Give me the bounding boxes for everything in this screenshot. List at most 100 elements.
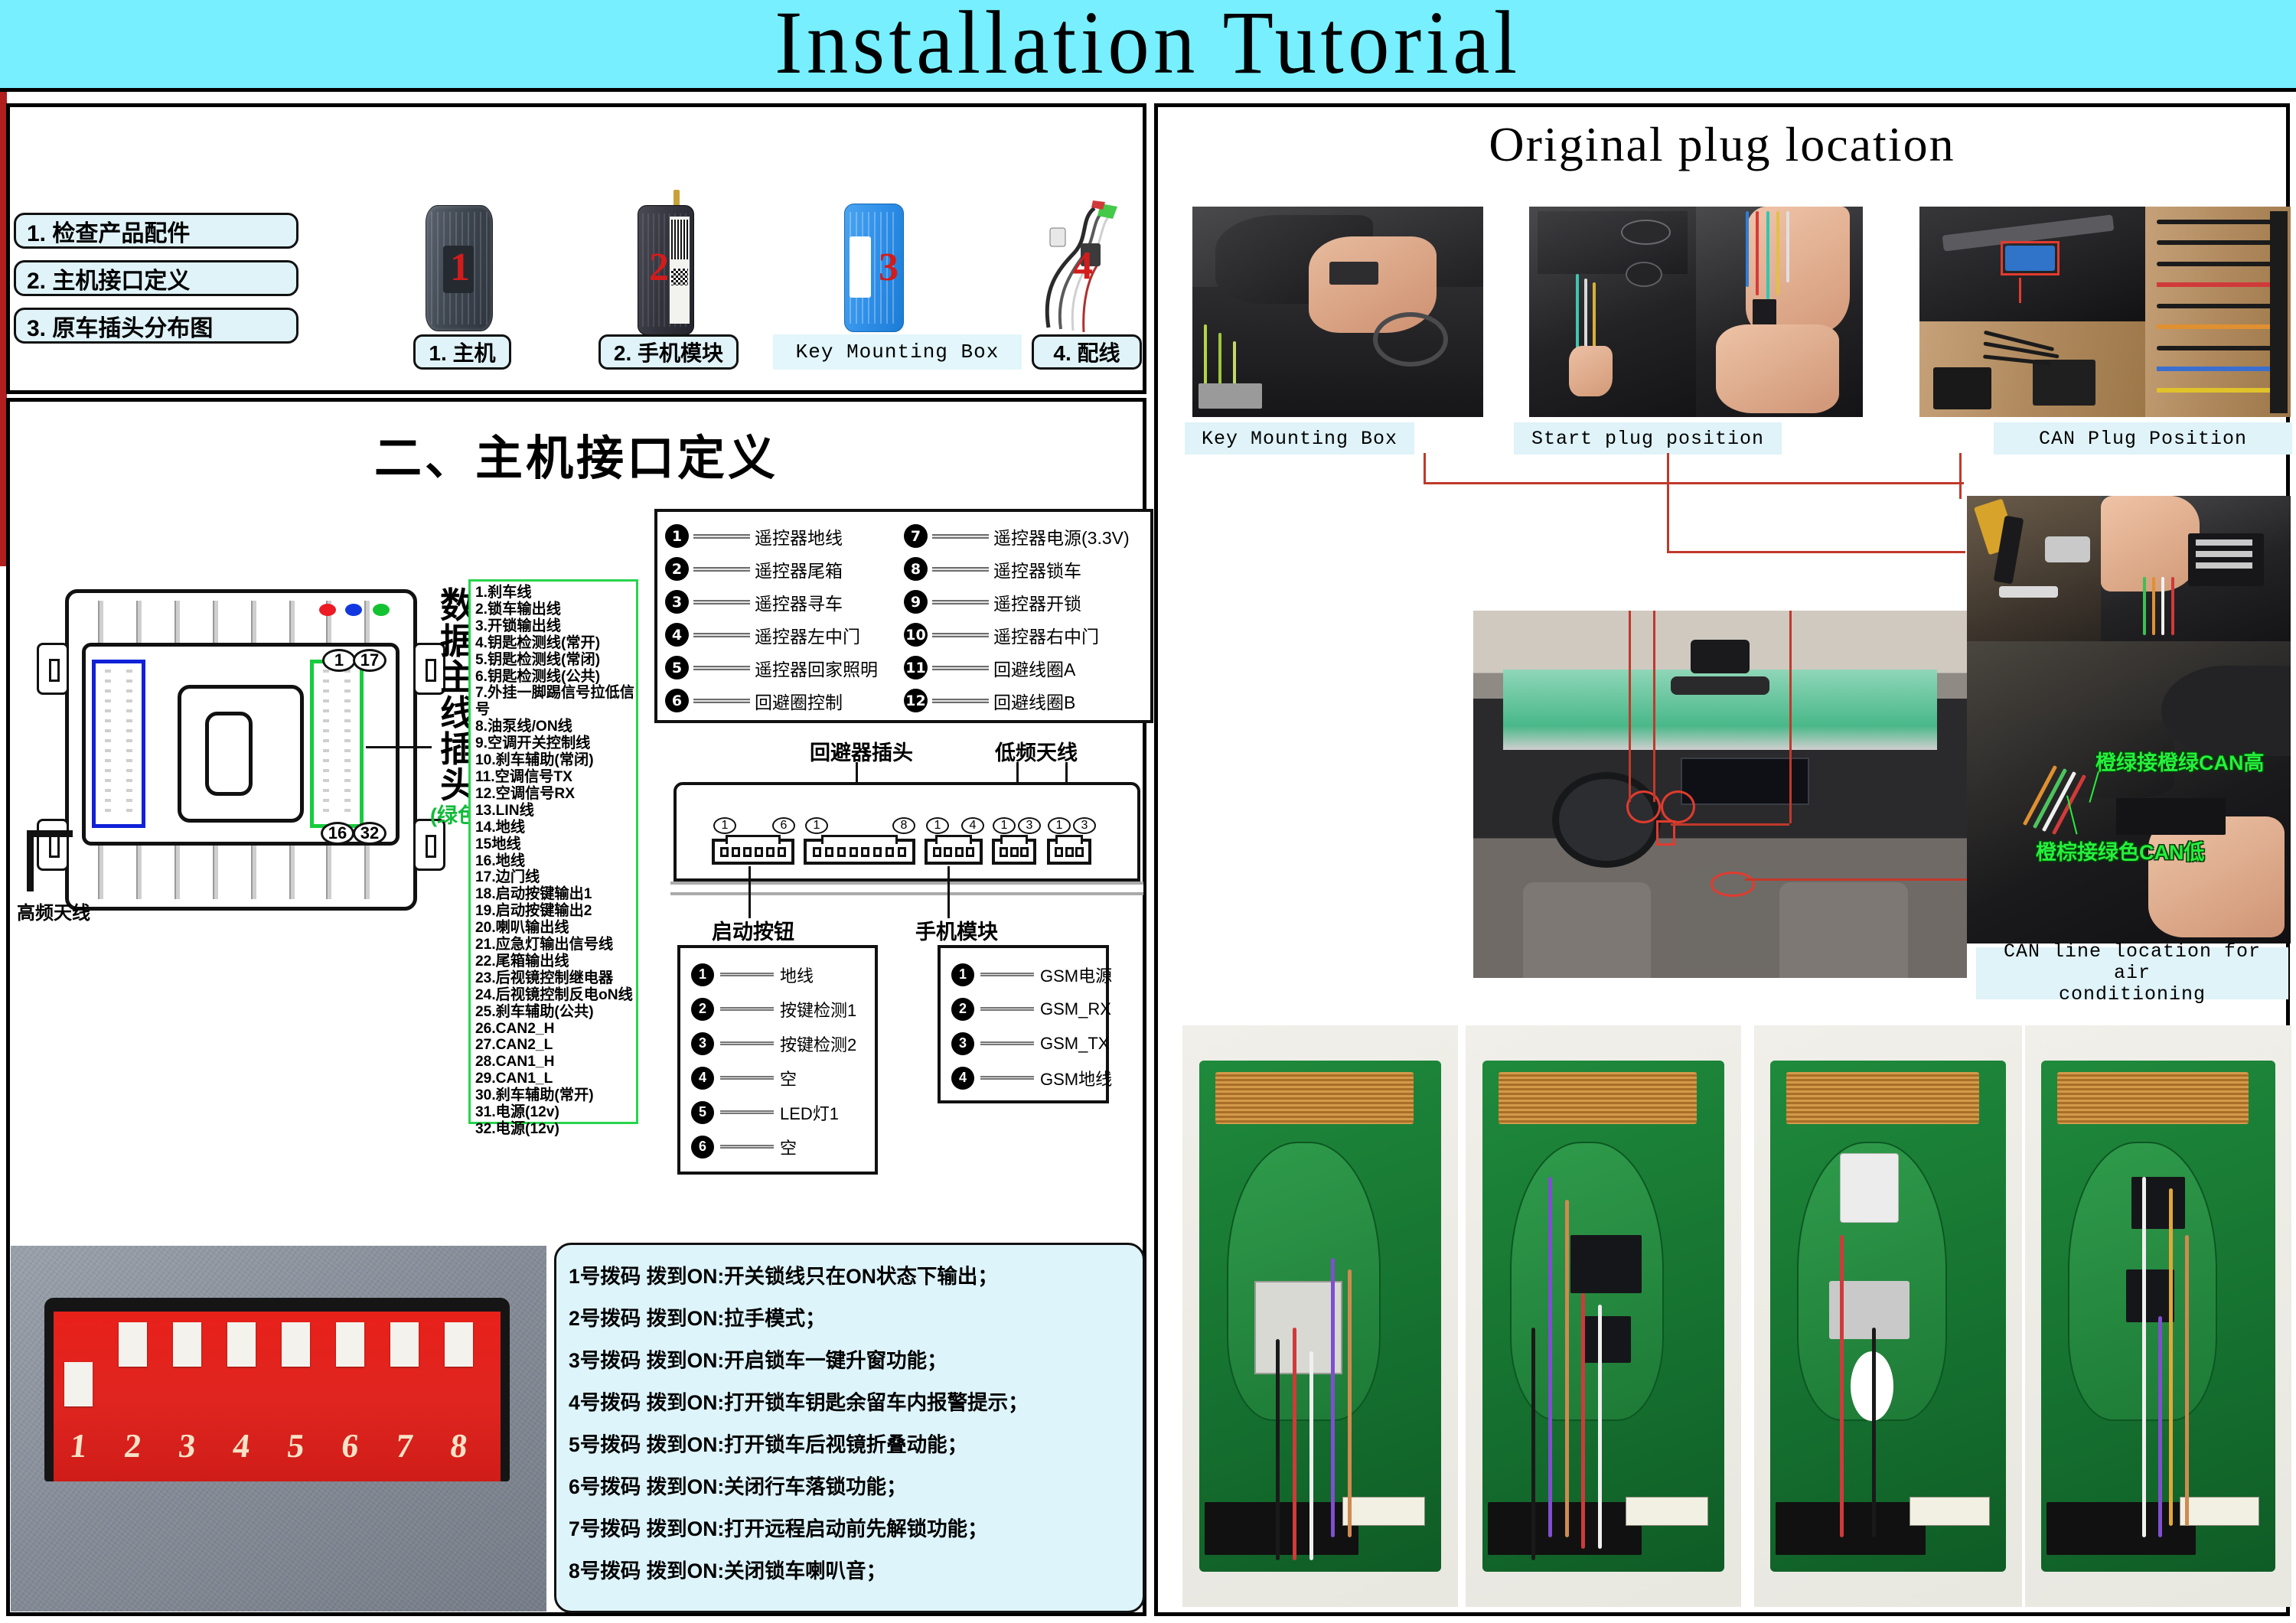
connector-pin-number-avoid-last: 8 [892, 817, 915, 834]
wire-item-20: 20.喇叭输出线 [475, 920, 569, 937]
dip-switch-instructions-box: 1号拨码 拨到ON:开关锁线只在ON状态下输出； 2号拨码 拨到ON:拉手模式； 3… [554, 1243, 1145, 1613]
pin-marker-32: 32 [353, 822, 386, 845]
phone-module-pin-label: GSM地线 [1040, 1069, 1113, 1089]
caption-can-line-air-conditioning: CAN line location for air conditioning [1976, 941, 2288, 1005]
dip-switch-lever-4[interactable] [227, 1319, 256, 1419]
dip-instruction-3: 3号拨码 拨到ON:开启锁车一键升窗功能； [569, 1349, 947, 1372]
wire-item-7: 7.外挂一脚踢信号拉低信号 [475, 685, 634, 719]
start-button-pin-row: 5 LED灯1 [691, 1095, 864, 1129]
leader-line [720, 1041, 774, 1045]
start-button-pin-row: 3 按键检测2 [691, 1026, 864, 1061]
phone-module-pin-label: GSM_RX [1040, 999, 1111, 1018]
dip-switch-block: 12345678 [54, 1312, 501, 1481]
remote-function-label: 回避线圈B [993, 692, 1076, 712]
avoid-plug-label: 回避器插头 [810, 741, 913, 764]
dip-switch-lever-8[interactable] [445, 1319, 473, 1419]
dip-switch-lever-6[interactable] [336, 1319, 364, 1419]
checklist-item-3[interactable]: 3. 原车插头分布图 [14, 308, 298, 344]
start-button-pin-row: 1 地线 [691, 957, 864, 992]
dip-switch-number-3: 3 [176, 1427, 198, 1465]
phone-module-pin-row: 1 GSM电源 [951, 957, 1112, 992]
wire-item-18: 18.启动按键输出1 [475, 886, 592, 903]
led-red-indicator [319, 604, 336, 616]
caption-ac-line-2: conditioning [2058, 983, 2206, 1005]
start-button-label: 启动按钮 [712, 921, 794, 943]
dip-switch-lever-2[interactable] [119, 1319, 147, 1419]
leader-line [720, 973, 774, 976]
dip-switch-number-8: 8 [448, 1427, 470, 1465]
remote-function-row: 12 回避线圈B [904, 684, 1141, 717]
dip-switch-lever-7[interactable] [390, 1319, 419, 1419]
wire-item-31: 31.电源(12v) [475, 1104, 559, 1121]
dip-lever-body [119, 1322, 147, 1367]
dip-lever-body [282, 1322, 310, 1367]
wire-item-22: 22.尾箱输出线 [475, 953, 569, 970]
main-unit-strip-base [670, 882, 1143, 895]
hf-antenna-label: 高频天线 [17, 903, 90, 924]
remote-function-row: 11 回避线圈A [904, 651, 1141, 684]
dip-switch-lever-3[interactable] [173, 1319, 201, 1419]
leader-line [693, 599, 750, 605]
dip-switch-lever-1[interactable] [64, 1319, 93, 1419]
leader-line [932, 632, 989, 637]
dip-switch-number-2: 2 [122, 1427, 144, 1465]
data-connector-leader-line [366, 746, 432, 748]
dip-lever-body [336, 1322, 364, 1367]
phone-module-pin-pin-number: 3 [951, 1031, 974, 1055]
page-title: Installation Tutorial [775, 0, 1521, 93]
remote-pin-number: 12 [904, 689, 928, 712]
remote-pin-number: 2 [665, 557, 689, 581]
leader-line [980, 1007, 1034, 1011]
connector-pin-number-phone-last: 4 [961, 817, 984, 834]
wire-item-10: 10.刹车辅助(常闭) [475, 752, 594, 769]
dip-switch-lever-5[interactable] [282, 1319, 310, 1419]
qr-code-icon [671, 269, 688, 285]
connector-pin-number-ant2-first: 1 [1048, 817, 1071, 834]
remote-function-row: 9 遥控器开锁 [904, 585, 1141, 618]
caption-ac-line-1: CAN line location for air [2003, 940, 2262, 984]
start-button-pin-label: LED灯1 [780, 1103, 840, 1123]
remote-function-label: 遥控器开锁 [993, 593, 1081, 614]
wire-item-21: 21.应急灯输出信号线 [475, 937, 614, 953]
wire-item-32: 32.电源(12v) [475, 1121, 559, 1137]
start-button-pin-label: 空 [780, 1138, 797, 1158]
green-data-connector-diagram [310, 660, 364, 828]
can-plug-harness-photo [2145, 207, 2291, 417]
product-caption-3: Key Mounting Box [773, 334, 1022, 370]
remote-function-box: 1 遥控器地线 2 遥控器尾箱 3 遥控器寻车 4 遥控器左中门 5 遥控器回家照明 6 回避圈控制 … [654, 509, 1153, 723]
mount-ear-top-left [37, 643, 69, 695]
title-bar: Installation Tutorial [0, 0, 2296, 93]
product-caption-4: 4. 配线 [1032, 334, 1142, 370]
leader-line [932, 698, 989, 703]
checklist-item-1[interactable]: 1. 检查产品配件 [14, 213, 298, 249]
wire-item-14: 14.地线 [475, 819, 526, 836]
wire-item-26: 26.CAN2_H [475, 1020, 555, 1037]
start-button-pin-row: 6空 [691, 1129, 864, 1164]
leader-line [693, 632, 750, 637]
wire-item-13: 13.LIN线 [475, 802, 534, 819]
wire-item-6: 6.钥匙检测线(公共) [475, 668, 601, 685]
connector-pin-number-avoid-first: 1 [805, 817, 828, 834]
phone-module-label: 手机模块 [915, 921, 998, 943]
blue-connector-diagram [92, 660, 145, 828]
dip-switch-number-1: 1 [67, 1427, 90, 1465]
led-green-indicator [373, 604, 390, 616]
dip-instruction-5: 5号拨码 拨到ON:打开锁车后视镜折叠动能； [569, 1433, 968, 1456]
leader-line [932, 533, 989, 539]
phone-module-pinout-box: 1 GSM电源 2 GSM_RX 3 GSM_TX 4 GSM地线 [938, 945, 1113, 1103]
checklist-item-2[interactable]: 2. 主机接口定义 [14, 260, 298, 296]
remote-function-row: 7 遥控器电源(3.3V) [904, 520, 1141, 552]
ac-can-connector-photo [2101, 496, 2291, 641]
key-mounting-box-install-photo [1192, 207, 1483, 417]
start-button-pin-label: 地线 [780, 966, 814, 986]
ac-can-wiring-photo [1967, 641, 2291, 943]
remote-function-row: 10 遥控器右中门 [904, 618, 1141, 651]
start-button-leader [748, 866, 751, 918]
annotation-circle-gear-area [1710, 871, 1755, 898]
start-button-pin-label: 空 [780, 1069, 797, 1089]
leader-line [693, 698, 750, 703]
can-high-annotation: 橙绿接橙绿CAN高 [2095, 751, 2265, 774]
remote-function-row: 6 回避圈控制 [665, 684, 902, 717]
antenna-connector-1 [992, 835, 1036, 865]
leader-line [980, 1076, 1034, 1080]
